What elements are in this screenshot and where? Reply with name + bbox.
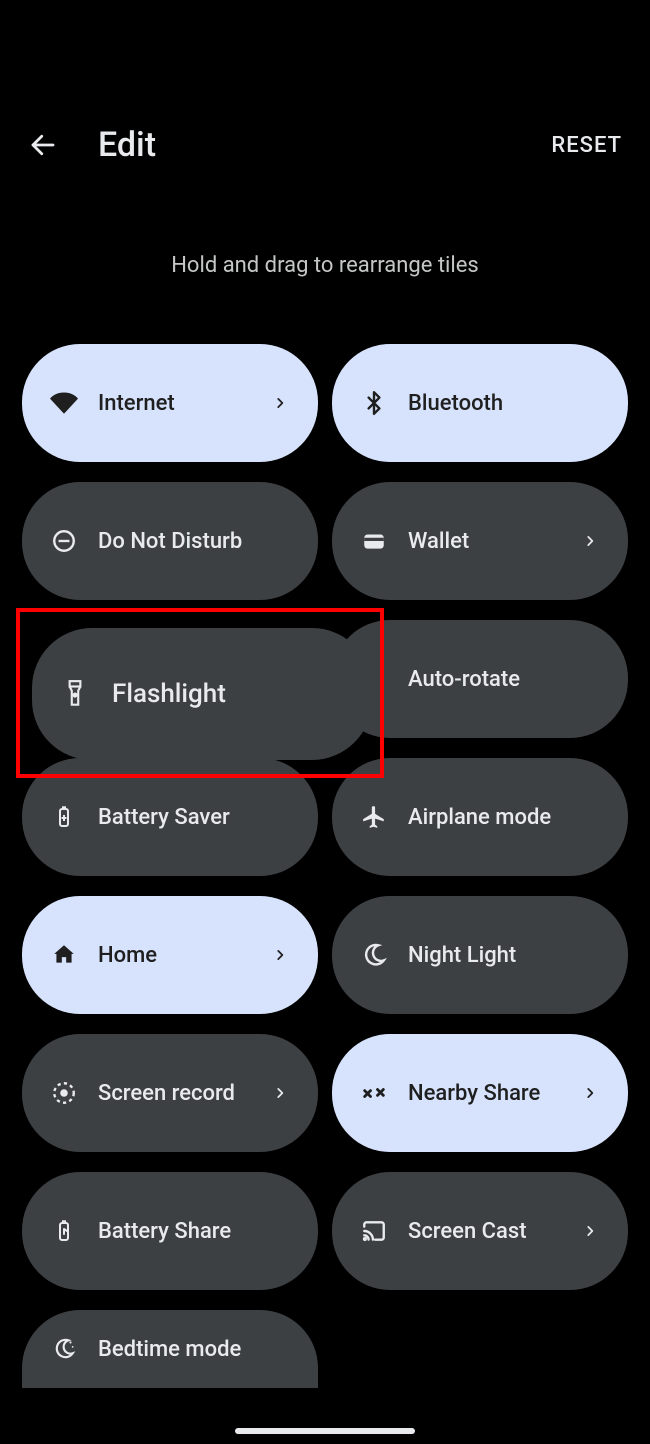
tile-label: Internet [98,391,175,416]
chevron-right-icon [580,1083,600,1103]
reset-button[interactable]: RESET [551,133,622,158]
night-light-icon [360,941,388,969]
cast-icon [360,1217,388,1245]
home-icon [50,941,78,969]
tile-airplane[interactable]: Airplane mode [332,758,628,876]
tile-night-light[interactable]: Night Light [332,896,628,1014]
tiles-grid: Internet Bluetooth Do Not Disturb Wallet… [0,344,650,1388]
back-button[interactable] [28,130,72,160]
tile-bluetooth[interactable]: Bluetooth [332,344,628,462]
tile-flashlight-dragging[interactable]: Flashlight [32,628,372,760]
tile-label: Wallet [408,529,469,554]
tile-label: Battery Saver [98,805,230,830]
chevron-right-icon [270,1083,290,1103]
tile-label: Battery Share [98,1219,231,1244]
chevron-right-icon [270,945,290,965]
nav-handle[interactable] [235,1428,415,1434]
tile-battery-saver[interactable]: Battery Saver [22,758,318,876]
tile-label: Home [98,943,157,968]
tile-label: Airplane mode [408,805,551,830]
tile-label: Do Not Disturb [98,529,242,554]
wallet-icon [360,527,388,555]
tile-home[interactable]: Home [22,896,318,1014]
airplane-icon [360,803,388,831]
tile-internet[interactable]: Internet [22,344,318,462]
tile-screen-record[interactable]: Screen record [22,1034,318,1152]
chevron-right-icon [580,1221,600,1241]
tile-dnd[interactable]: Do Not Disturb [22,482,318,600]
screen-record-icon [50,1079,78,1107]
battery-saver-icon [50,803,78,831]
tile-label: Screen Cast [408,1219,527,1244]
tile-battery-share[interactable]: Battery Share [22,1172,318,1290]
tile-autorotate[interactable]: Auto-rotate [332,620,628,738]
arrow-left-icon [28,130,58,160]
tile-nearby-share[interactable]: Nearby Share [332,1034,628,1152]
page-title: Edit [98,125,156,165]
tile-label: Auto-rotate [408,667,520,692]
wifi-icon [50,389,78,417]
hint-text: Hold and drag to rearrange tiles [0,253,650,278]
tile-bedtime[interactable]: Bedtime mode [22,1310,318,1388]
tile-wallet[interactable]: Wallet [332,482,628,600]
tile-label: Screen record [98,1081,235,1106]
dnd-icon [50,527,78,555]
tile-label: Bluetooth [408,391,503,416]
nearby-share-icon [360,1079,388,1107]
battery-share-icon [50,1217,78,1245]
tile-label: Flashlight [112,679,226,709]
tile-screen-cast[interactable]: Screen Cast [332,1172,628,1290]
tile-label: Nearby Share [408,1081,540,1106]
tile-label: Night Light [408,943,516,968]
chevron-right-icon [580,531,600,551]
tile-label: Bedtime mode [98,1337,241,1362]
bluetooth-icon [360,389,388,417]
flashlight-icon [62,679,88,709]
chevron-right-icon [270,393,290,413]
header: Edit RESET [0,115,650,175]
bedtime-icon [50,1335,78,1363]
